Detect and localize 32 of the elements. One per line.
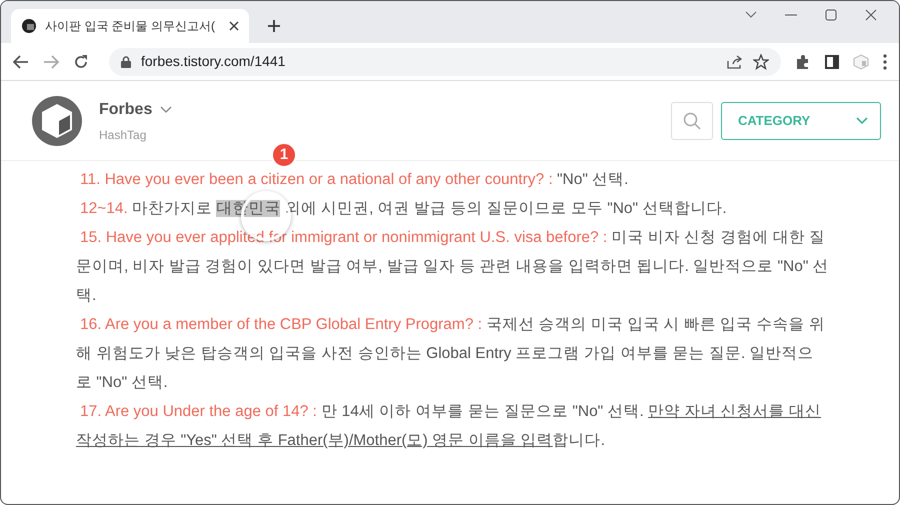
back-arrow-icon[interactable] — [13, 54, 29, 68]
paragraph: 16. Are you a member of the CBP Global Entry Program? : 국제선 승객의 미국 입국 시 빠른 입국 수속을 위해 위험도가 낮은 탑승객의 입국을 사전 승인하는 Global Entry 프로그램 가입 여부를 묻는 질문. 일반적으로 "No" 선택. — [76, 315, 826, 393]
side-panel-icon[interactable] — [825, 54, 839, 68]
chevron-down-icon[interactable] — [745, 11, 757, 19]
share-icon[interactable] — [727, 54, 743, 68]
more-menu-icon[interactable] — [883, 54, 887, 70]
blog-logo[interactable] — [31, 94, 83, 146]
paragraph: 12~14. 마찬가지로 대한민국 외에 시민권, 여권 발급 등의 질문이므로 모두 "No" 선택합니다. — [79, 199, 728, 219]
paragraph: 11. Have you ever been a citizen or a national of any other country? : "No" 선택. — [79, 170, 630, 190]
tab-title: 사이판 입국 준비물 의무신고서( — [45, 18, 216, 35]
blog-name[interactable]: Forbes — [99, 98, 152, 122]
minimize-icon[interactable] — [785, 14, 797, 16]
blog-subtitle: HashTag — [99, 126, 148, 144]
puzzle-icon[interactable] — [795, 54, 811, 70]
search-icon — [683, 112, 701, 130]
paragraph: 17. Are you Under the age of 14? : 만 14세 이하 여부를 묻는 질문으로 "No" 선택. 만약 자녀 신청서를 대신 작성하는 경우 "Yes" 선택 후 Father(부)/Mother(모) 영문 이름을 입력 합니다. — [76, 402, 822, 451]
new-tab-icon[interactable] — [267, 19, 281, 33]
step-badge: 1 — [271, 142, 297, 168]
chevron-down-icon — [856, 116, 868, 124]
chevron-down-icon[interactable] — [160, 106, 172, 114]
close-icon[interactable] — [865, 9, 877, 21]
lock-icon — [121, 56, 131, 68]
url-text: forbes.tistory.com/1441 — [141, 52, 286, 71]
browser-tab[interactable]: 사이판 입국 준비물 의무신고서( — [11, 9, 249, 43]
forward-arrow-icon — [43, 54, 59, 68]
paragraph: 15. Have you ever applited for immigrant or nonimmigrant U.S. visa before? : 미국 비자 신청 경험에 대한 질문이며, 비자 발급 경험이 있다면 발급 여부, 발급 일자 등 관련 내용을 입력하면 됩니다. 일반적으로 "No" 선택. — [76, 228, 829, 306]
reload-icon[interactable] — [73, 54, 89, 70]
star-icon[interactable] — [753, 54, 769, 70]
close-icon[interactable] — [229, 21, 239, 31]
maximize-icon[interactable] — [825, 9, 837, 21]
site-favicon — [21, 18, 37, 34]
address-bar[interactable]: forbes.tistory.com/1441 — [109, 48, 781, 76]
